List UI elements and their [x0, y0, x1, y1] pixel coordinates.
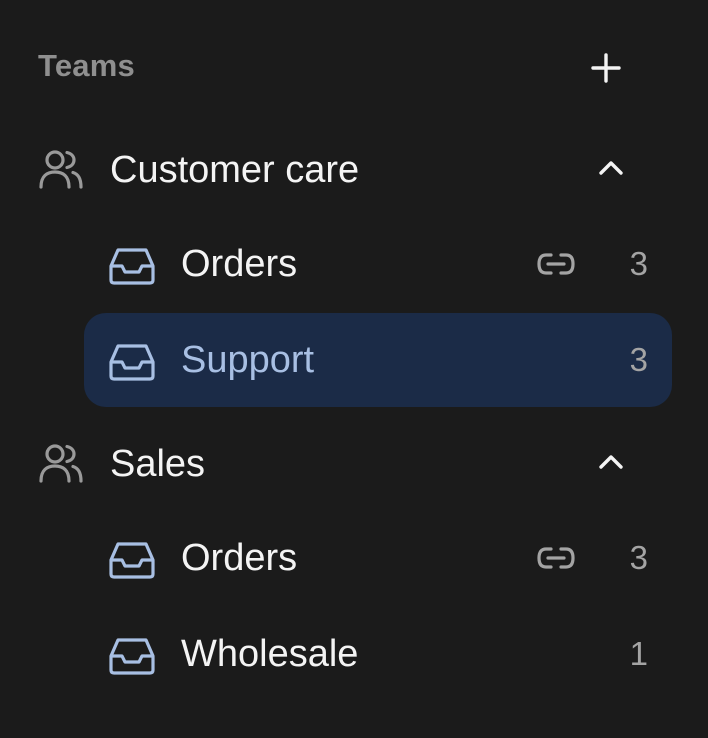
inbox-tray-icon: [108, 637, 156, 675]
inbox-count: 1: [629, 635, 648, 672]
inbox-item-wholesale[interactable]: Wholesale 1: [84, 607, 672, 701]
inbox-tray-icon: [108, 343, 156, 381]
users-icon: [38, 443, 84, 483]
inbox-name: Orders: [181, 243, 298, 285]
plus-icon: [591, 53, 621, 83]
inbox-item-support[interactable]: Support 3: [84, 313, 672, 407]
chevron-up-icon: [599, 161, 623, 175]
section-title: Teams: [38, 48, 135, 83]
chevron-up-icon: [599, 455, 623, 469]
link-icon: [536, 545, 576, 571]
inbox-item-orders[interactable]: Orders 3: [84, 217, 672, 311]
inbox-item-orders[interactable]: Orders 3: [84, 511, 672, 605]
collapse-team-button[interactable]: [594, 151, 628, 185]
users-icon: [38, 149, 84, 189]
inbox-count: 3: [629, 341, 648, 378]
team-sales[interactable]: Sales: [0, 427, 708, 499]
inbox-tray-icon: [108, 247, 156, 285]
team-customer-care[interactable]: Customer care: [0, 133, 708, 205]
inbox-count: 3: [629, 245, 648, 282]
inbox-name: Wholesale: [181, 633, 359, 675]
inbox-name: Support: [181, 339, 315, 381]
link-icon: [536, 251, 576, 277]
team-name: Customer care: [110, 149, 360, 191]
inbox-count: 3: [629, 539, 648, 576]
collapse-team-button[interactable]: [594, 445, 628, 479]
teams-header: Teams: [38, 38, 638, 94]
team-name: Sales: [110, 443, 206, 485]
add-team-button[interactable]: [586, 48, 626, 88]
inbox-tray-icon: [108, 541, 156, 579]
teams-sidebar: Teams Customer care Orders 3 Support 3 S…: [0, 0, 708, 738]
inbox-name: Orders: [181, 537, 298, 579]
